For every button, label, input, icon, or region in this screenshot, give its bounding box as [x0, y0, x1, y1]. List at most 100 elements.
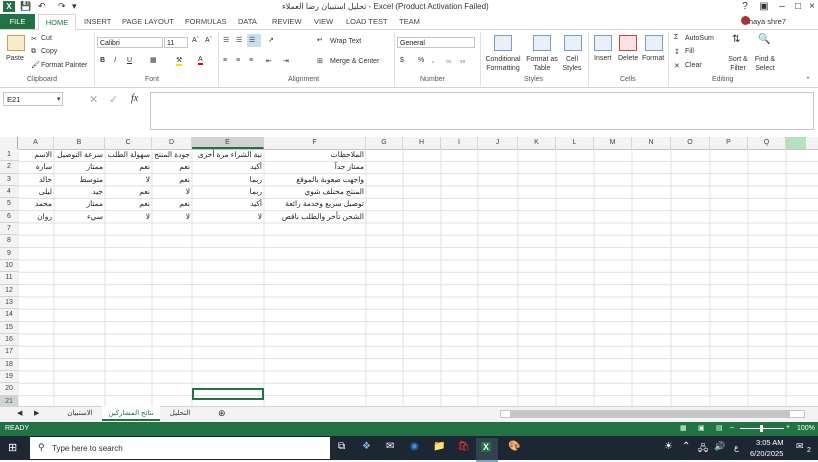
row-header-8[interactable]: 8: [0, 235, 18, 248]
language-indicator[interactable]: ع: [734, 443, 739, 452]
shrink-font-icon[interactable]: Aˇ: [205, 37, 212, 44]
cancel-icon[interactable]: ✕: [89, 93, 98, 106]
fill-color-icon[interactable]: ⚒: [176, 56, 183, 66]
autosum-button[interactable]: AutoSum: [685, 35, 714, 42]
page-break-view-icon[interactable]: ▤: [716, 424, 723, 432]
notification-icon[interactable]: ✉: [796, 441, 804, 452]
collapse-ribbon-icon[interactable]: ⌃: [805, 76, 811, 84]
fill-button[interactable]: Fill: [685, 48, 694, 55]
clear-icon[interactable]: ✕: [674, 62, 680, 70]
name-box-dropdown-icon[interactable]: ▾: [57, 95, 61, 103]
sheet-tab-analysis[interactable]: التحليل: [162, 406, 198, 421]
sort-filter-button[interactable]: Sort & Filter: [726, 55, 750, 73]
find-select-button[interactable]: Find & Select: [752, 55, 778, 73]
paint-icon[interactable]: 🎨: [508, 441, 520, 452]
store-icon[interactable]: 🛍: [457, 441, 470, 452]
column-header-F[interactable]: F: [264, 137, 366, 149]
copy-button[interactable]: Copy: [41, 48, 57, 55]
cut-icon[interactable]: ✂: [31, 35, 37, 43]
network-icon[interactable]: 🖧: [698, 441, 708, 457]
normal-view-icon[interactable]: ▦: [680, 424, 687, 432]
formula-input[interactable]: [150, 92, 814, 130]
delete-cells-icon[interactable]: [619, 35, 637, 51]
conditional-formatting-icon[interactable]: [494, 35, 512, 51]
row-header-18[interactable]: 18: [0, 358, 18, 371]
zoom-out-icon[interactable]: –: [730, 424, 734, 431]
bold-button[interactable]: B: [100, 57, 105, 64]
task-view-icon[interactable]: ⧉: [338, 441, 345, 452]
file-explorer-icon[interactable]: 📁: [433, 441, 445, 452]
copy-icon[interactable]: ⧉: [31, 48, 36, 56]
mail-icon[interactable]: ✉: [386, 441, 394, 452]
align-right-icon[interactable]: ≡: [249, 57, 253, 64]
decrease-indent-icon[interactable]: ⇤: [266, 57, 272, 65]
clock-date[interactable]: 6/20/2025: [750, 449, 783, 458]
tray-chevron-icon[interactable]: ⌃: [682, 441, 690, 452]
tab-home[interactable]: HOME: [38, 14, 76, 31]
row-header-6[interactable]: 6: [0, 210, 18, 223]
insert-function-button[interactable]: fx: [131, 93, 138, 104]
increase-decimal-icon[interactable]: ₀₁: [446, 57, 451, 64]
column-header-extra[interactable]: [786, 137, 806, 149]
tab-insert[interactable]: INSERT: [84, 17, 111, 26]
column-header-M[interactable]: M: [594, 137, 632, 149]
format-cells-icon[interactable]: [645, 35, 663, 51]
row-header-14[interactable]: 14: [0, 309, 18, 322]
merge-center-button[interactable]: Merge & Center: [330, 58, 379, 65]
tab-review[interactable]: REVIEW: [272, 17, 302, 26]
fill-icon[interactable]: ↧: [674, 48, 680, 56]
cut-button[interactable]: Cut: [41, 35, 52, 42]
row-header-2[interactable]: 2: [0, 161, 18, 174]
taskbar-search[interactable]: ⚲ Type here to search: [30, 437, 330, 459]
paste-icon[interactable]: [7, 35, 25, 51]
select-all-button[interactable]: [0, 137, 18, 149]
tab-file[interactable]: FILE: [0, 14, 35, 29]
tab-data[interactable]: DATA: [238, 17, 257, 26]
column-header-C[interactable]: C: [105, 137, 152, 149]
grid[interactable]: [17, 148, 818, 411]
row-header-4[interactable]: 4: [0, 185, 18, 199]
row-header-20[interactable]: 20: [0, 383, 18, 396]
search-placeholder[interactable]: Type here to search: [52, 444, 123, 453]
row-header-3[interactable]: 3: [0, 173, 18, 186]
insert-button[interactable]: Insert: [594, 55, 612, 62]
row-header-19[interactable]: 19: [0, 370, 18, 384]
insert-cells-icon[interactable]: [594, 35, 612, 51]
row-header-7[interactable]: 7: [0, 222, 18, 236]
excel-taskbar-button[interactable]: X: [476, 438, 498, 462]
find-select-icon[interactable]: 🔍: [758, 34, 770, 45]
column-header-G[interactable]: G: [366, 137, 403, 149]
help-button[interactable]: ?: [735, 0, 755, 13]
italic-button[interactable]: I: [114, 57, 116, 64]
row-header-10[interactable]: 10: [0, 259, 18, 273]
merge-icon[interactable]: ⊞: [317, 57, 323, 65]
dropbox-icon[interactable]: ❖: [362, 441, 371, 452]
enter-icon[interactable]: ✓: [109, 93, 118, 106]
column-header-P[interactable]: P: [710, 137, 748, 149]
orientation-icon[interactable]: ↗: [268, 36, 274, 44]
row-header-5[interactable]: 5: [0, 198, 18, 211]
column-header-D[interactable]: D: [152, 137, 192, 149]
column-header-O[interactable]: O: [671, 137, 710, 149]
column-header-B[interactable]: B: [54, 137, 105, 149]
user-account[interactable]: haya shre7: [749, 17, 786, 26]
scrollbar-thumb[interactable]: [510, 411, 790, 417]
decrease-decimal-icon[interactable]: ₁₀: [460, 57, 465, 64]
sheet-tab-results[interactable]: نتائج المشاركين: [102, 406, 160, 421]
align-left-icon[interactable]: ≡: [223, 57, 227, 64]
font-name-select[interactable]: Calibri: [97, 37, 163, 48]
customize-qat-icon[interactable]: ▾: [72, 1, 77, 12]
row-header-16[interactable]: 16: [0, 333, 18, 347]
format-as-table-icon[interactable]: [533, 35, 551, 51]
redo-icon[interactable]: ↷: [58, 1, 66, 12]
column-header-E[interactable]: E: [192, 137, 264, 149]
save-icon[interactable]: 💾: [20, 1, 31, 12]
cell-styles-button[interactable]: Cell Styles: [560, 55, 584, 73]
tab-formulas[interactable]: FORMULAS: [185, 17, 227, 26]
name-box[interactable]: E21: [3, 92, 63, 106]
font-color-icon[interactable]: A: [198, 56, 203, 65]
close-icon[interactable]: ×: [802, 0, 818, 13]
column-header-K[interactable]: K: [518, 137, 556, 149]
avatar[interactable]: [741, 16, 750, 25]
row-header-9[interactable]: 9: [0, 247, 18, 260]
